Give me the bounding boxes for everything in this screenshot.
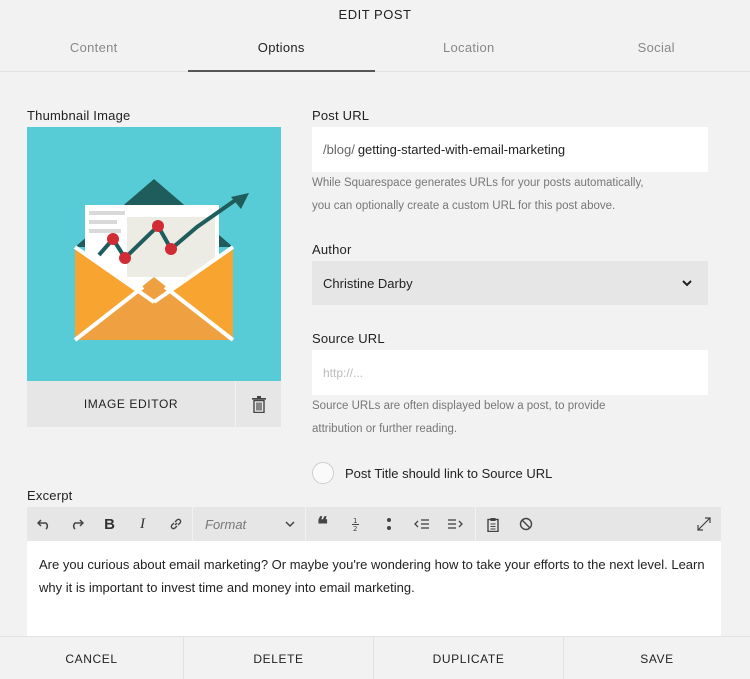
clipboard-icon [486, 517, 499, 532]
chevron-down-icon [285, 520, 295, 527]
delete-thumbnail-button[interactable] [236, 381, 281, 427]
tab-content[interactable]: Content [0, 38, 188, 72]
clear-formatting-icon [519, 517, 532, 531]
tab-social[interactable]: Social [563, 38, 750, 72]
chevron-down-icon [682, 279, 692, 286]
numbered-list-button[interactable]: 1 2 [339, 507, 372, 541]
image-editor-button[interactable]: IMAGE EDITOR [27, 381, 236, 427]
bold-icon: B [104, 515, 115, 533]
tab-bar: Content Options Location Social [0, 38, 750, 72]
post-url-help-line: While Squarespace generates URLs for you… [312, 177, 644, 189]
expand-icon [697, 517, 711, 531]
bold-button[interactable]: B [93, 507, 126, 541]
post-url-field[interactable]: /blog/ getting-started-with-email-market… [312, 127, 708, 172]
thumbnail-label: Thumbnail Image [27, 108, 131, 123]
footer-actions: CANCEL DELETE DUPLICATE SAVE [0, 636, 750, 679]
excerpt-label: Excerpt [27, 488, 73, 503]
link-icon [170, 518, 181, 530]
email-marketing-illustration [73, 179, 249, 342]
bullet-list-button[interactable] [372, 507, 405, 541]
source-url-label: Source URL [312, 331, 385, 346]
excerpt-toolbar: B I Format ❝ 1 2 [27, 507, 721, 541]
source-url-help: Source URLs are often displayed below a … [312, 395, 712, 441]
indent-icon [447, 519, 463, 529]
link-button[interactable] [159, 507, 192, 541]
undo-button[interactable] [27, 507, 60, 541]
quote-icon: ❝ [317, 513, 328, 536]
source-url-input[interactable] [312, 350, 708, 395]
outdent-button[interactable] [405, 507, 438, 541]
clear-formatting-button[interactable] [509, 507, 542, 541]
source-url-help-line: attribution or further reading. [312, 423, 458, 435]
tab-options[interactable]: Options [187, 38, 376, 72]
tab-location[interactable]: Location [375, 38, 563, 72]
italic-button[interactable]: I [126, 507, 159, 541]
post-url-help-line: you can optionally create a custom URL f… [312, 200, 616, 212]
source-url-help-line: Source URLs are often displayed below a … [312, 400, 606, 412]
author-select[interactable]: Christine Darby [312, 261, 708, 305]
blockquote-button[interactable]: ❝ [306, 507, 339, 541]
link-to-source-checkbox[interactable] [312, 462, 334, 484]
bullet-list-icon [386, 518, 391, 530]
undo-icon [36, 519, 48, 530]
svg-text:2: 2 [353, 525, 357, 532]
link-to-source-option[interactable]: Post Title should link to Source URL [312, 462, 552, 484]
post-url-prefix: /blog/ [323, 142, 355, 157]
redo-icon [72, 519, 84, 530]
post-url-value[interactable]: getting-started-with-email-marketing [358, 142, 565, 157]
outdent-icon [413, 519, 429, 529]
author-label: Author [312, 242, 352, 257]
format-dropdown[interactable]: Format [193, 507, 305, 541]
italic-icon: I [140, 515, 145, 532]
post-url-label: Post URL [312, 108, 370, 123]
format-dropdown-label: Format [205, 516, 247, 532]
link-to-source-label: Post Title should link to Source URL [345, 465, 553, 481]
numbered-list-icon: 1 2 [351, 517, 359, 532]
redo-button[interactable] [60, 507, 93, 541]
indent-button[interactable] [438, 507, 471, 541]
post-url-help: While Squarespace generates URLs for you… [312, 172, 712, 218]
author-selected-value: Christine Darby [323, 275, 413, 291]
page-title: EDIT POST [338, 7, 412, 22]
thumbnail-image[interactable] [27, 127, 281, 381]
thumbnail-actions: IMAGE EDITOR [27, 381, 281, 427]
duplicate-button[interactable]: DUPLICATE [374, 637, 564, 679]
delete-button[interactable]: DELETE [184, 637, 374, 679]
svg-text:1: 1 [353, 517, 357, 525]
cancel-button[interactable]: CANCEL [0, 637, 184, 679]
fullscreen-button[interactable] [687, 507, 721, 541]
save-button[interactable]: SAVE [564, 637, 750, 679]
paste-button[interactable] [476, 507, 509, 541]
header: EDIT POST Content Options Location Socia… [0, 0, 750, 72]
trash-icon [251, 395, 266, 413]
excerpt-editor[interactable]: Are you curious about email marketing? O… [27, 541, 721, 636]
